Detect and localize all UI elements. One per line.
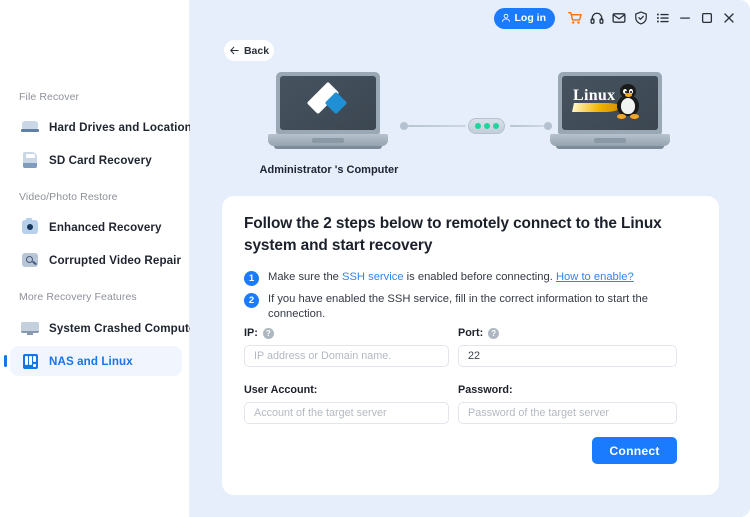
laptop-touchpad xyxy=(312,137,344,143)
connection-card: Follow the 2 steps below to remotely con… xyxy=(222,196,719,495)
sidebar-item-hard-drives-and-locations[interactable]: Hard Drives and Locations xyxy=(10,112,198,142)
user-icon xyxy=(501,13,510,22)
step-1-prefix: Make sure the xyxy=(268,271,342,283)
link-endpoint-right xyxy=(544,122,552,130)
port-field-group: Port: ? xyxy=(458,327,677,367)
sidebar-item-label: SD Card Recovery xyxy=(49,153,152,167)
sd-card-icon xyxy=(20,150,40,170)
login-label: Log in xyxy=(514,12,547,24)
sidebar-item-label: System Crashed Computer xyxy=(49,321,201,335)
card-title: Follow the 2 steps below to remotely con… xyxy=(244,215,662,254)
status-dot xyxy=(492,123,499,129)
laptop-touchpad xyxy=(594,137,626,143)
app-window: File Recover Hard Drives and Locations S… xyxy=(0,0,750,517)
nas-icon xyxy=(20,351,40,371)
sidebar-group-label-file-recover: File Recover xyxy=(19,91,80,103)
laptop-base xyxy=(268,134,388,146)
headset-icon[interactable] xyxy=(586,7,608,29)
laptop-lid: Linux xyxy=(558,72,662,134)
laptop-lid xyxy=(276,72,380,134)
linux-logo: Linux xyxy=(572,83,647,123)
sidebar-item-label: Corrupted Video Repair xyxy=(49,253,182,267)
ip-help-icon[interactable]: ? xyxy=(262,327,274,339)
connection-link xyxy=(400,118,552,134)
sidebar-item-label: NAS and Linux xyxy=(49,354,133,368)
link-line-left xyxy=(408,125,466,127)
main-panel: Log in Back Administrator 's Computer Li… xyxy=(190,0,750,517)
hard-drive-icon xyxy=(20,117,40,137)
status-dot xyxy=(483,123,490,129)
brand-diamond-icon xyxy=(306,81,348,121)
status-dot xyxy=(474,123,481,129)
user-account-label: User Account: xyxy=(244,384,318,396)
sidebar: File Recover Hard Drives and Locations S… xyxy=(0,0,200,517)
connection-illustration: Administrator 's Computer Linux xyxy=(190,72,750,187)
ip-label: IP: xyxy=(244,327,258,339)
cart-icon[interactable] xyxy=(564,7,586,29)
password-label-row: Password: xyxy=(458,384,677,396)
connect-button[interactable]: Connect xyxy=(592,437,677,464)
sidebar-group-label-more-recovery-features: More Recovery Features xyxy=(19,291,137,303)
sidebar-group-label-video-photo-restore: Video/Photo Restore xyxy=(19,191,118,203)
how-to-enable-link[interactable]: How to enable? xyxy=(556,271,634,283)
laptop-screen: Linux xyxy=(562,76,658,130)
sidebar-item-system-crashed-computer[interactable]: System Crashed Computer xyxy=(10,313,200,343)
camera-icon xyxy=(20,217,40,237)
menu-list-icon[interactable] xyxy=(652,7,674,29)
shield-icon[interactable] xyxy=(630,7,652,29)
laptop-base xyxy=(550,134,670,146)
ssh-service-highlight: SSH service xyxy=(342,271,404,283)
laptop-foot xyxy=(556,146,664,149)
user-account-label-row: User Account: xyxy=(244,384,449,396)
close-icon[interactable] xyxy=(718,7,740,29)
step-1-middle: is enabled before connecting. xyxy=(403,271,556,283)
maximize-icon[interactable] xyxy=(696,7,718,29)
step-text: If you have enabled the SSH service, fil… xyxy=(268,293,648,321)
monitor-icon xyxy=(20,318,40,338)
connection-status-pill xyxy=(468,118,505,134)
sidebar-item-label: Hard Drives and Locations xyxy=(49,120,199,134)
arrow-left-icon xyxy=(230,46,239,55)
password-label: Password: xyxy=(458,384,513,396)
password-field-group: Password: xyxy=(458,384,677,424)
window-titlebar: Log in xyxy=(493,0,750,36)
password-input[interactable] xyxy=(458,402,677,424)
back-label: Back xyxy=(243,44,270,57)
laptop-foot xyxy=(274,146,382,149)
minimize-icon[interactable] xyxy=(674,7,696,29)
link-line-right xyxy=(510,125,544,127)
user-account-input[interactable] xyxy=(244,402,449,424)
link-endpoint-left xyxy=(400,122,408,130)
step-2: 2 If you have enabled the SSH service, f… xyxy=(244,292,704,322)
port-label-row: Port: ? xyxy=(458,327,677,339)
local-computer-caption: Administrator 's Computer xyxy=(259,164,399,176)
login-button[interactable]: Log in xyxy=(493,7,555,29)
active-marker xyxy=(4,355,7,367)
port-help-icon[interactable]: ? xyxy=(488,327,500,339)
tux-penguin-icon xyxy=(615,84,641,119)
back-button[interactable]: Back xyxy=(224,40,274,61)
step-text: Make sure the SSH service is enabled bef… xyxy=(268,270,634,285)
sidebar-item-enhanced-recovery[interactable]: Enhanced Recovery xyxy=(10,212,182,242)
laptop-screen xyxy=(280,76,376,130)
user-account-field-group: User Account: xyxy=(244,384,449,424)
port-label: Port: xyxy=(458,327,484,339)
ip-input[interactable] xyxy=(244,345,449,367)
sidebar-item-corrupted-video-repair[interactable]: Corrupted Video Repair xyxy=(10,245,182,275)
step-number: 1 xyxy=(244,271,259,286)
sidebar-item-label: Enhanced Recovery xyxy=(49,220,162,234)
step-number: 2 xyxy=(244,293,259,308)
sidebar-item-sd-card-recovery[interactable]: SD Card Recovery xyxy=(10,145,182,175)
sidebar-item-nas-and-linux[interactable]: NAS and Linux xyxy=(4,346,182,376)
ip-field-group: IP: ? xyxy=(244,327,449,367)
port-input[interactable] xyxy=(458,345,677,367)
video-repair-icon xyxy=(20,250,40,270)
step-1: 1 Make sure the SSH service is enabled b… xyxy=(244,270,699,286)
mail-icon[interactable] xyxy=(608,7,630,29)
ip-label-row: IP: ? xyxy=(244,327,449,339)
